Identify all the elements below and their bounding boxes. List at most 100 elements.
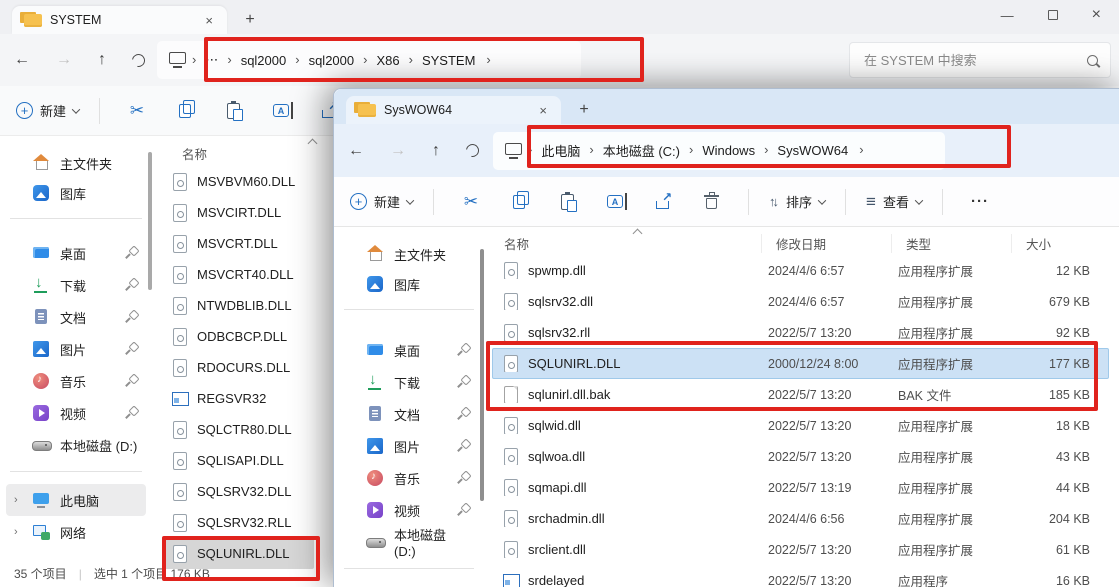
column-header-type[interactable]: 类型 xyxy=(891,234,1011,253)
file-row[interactable]: spwmp.dll 2024/4/6 6:57 应用程序扩展 12 KB xyxy=(492,255,1109,286)
cut-button[interactable]: ✂ xyxy=(120,94,154,128)
column-header-date[interactable]: 修改日期 xyxy=(761,234,891,253)
sidebar-item[interactable]: › 视频 xyxy=(6,397,146,429)
view-button[interactable]: ≡ 查看 xyxy=(866,192,922,211)
column-header-size[interactable]: 大小 xyxy=(1011,234,1119,253)
file-row[interactable]: MSVCIRT.DLL xyxy=(162,197,314,228)
sidebar-item[interactable]: › 图片 xyxy=(340,430,478,462)
file-row[interactable]: sqlunirl.dll.bak 2022/5/7 13:20 BAK 文件 1… xyxy=(492,379,1109,410)
sidebar-item-icon xyxy=(32,184,50,202)
sidebar-item[interactable]: › 文档 xyxy=(340,398,478,430)
this-pc-icon[interactable] xyxy=(169,52,186,64)
breadcrumb-item[interactable]: sql2000 xyxy=(232,53,296,68)
tab-syswow64[interactable]: SysWOW64 × xyxy=(346,96,561,124)
paste-button[interactable] xyxy=(216,94,250,128)
sidebar-item[interactable]: › 视频 xyxy=(340,494,478,526)
close-button[interactable]: × xyxy=(1092,6,1101,24)
tab-system[interactable]: SYSTEM × xyxy=(12,6,227,34)
file-row[interactable]: NTWDBLIB.DLL xyxy=(162,290,314,321)
file-row[interactable]: srclient.dll 2022/5/7 13:20 应用程序扩展 61 KB xyxy=(492,534,1109,565)
tab-close-icon[interactable]: × xyxy=(201,13,217,28)
sidebar-item[interactable]: › 桌面 xyxy=(6,237,146,269)
column-header-name[interactable]: 名称 xyxy=(162,140,322,166)
forward-button[interactable]: → xyxy=(390,142,406,160)
file-row[interactable]: sqlwoa.dll 2022/5/7 13:20 应用程序扩展 43 KB xyxy=(492,441,1109,472)
refresh-icon[interactable] xyxy=(463,141,481,159)
copy-button[interactable] xyxy=(168,94,202,128)
file-row[interactable]: SQLUNIRL.DLL 2000/12/24 8:00 应用程序扩展 177 … xyxy=(492,348,1109,379)
share-button[interactable] xyxy=(646,185,680,219)
file-row[interactable]: RDOCURS.DLL xyxy=(162,352,314,383)
file-row[interactable]: MSVCRT.DLL xyxy=(162,228,314,259)
search-icon[interactable] xyxy=(1087,55,1098,66)
minimize-button[interactable]: — xyxy=(1001,8,1014,23)
sidebar-item[interactable]: › 本地磁盘 (D:) xyxy=(6,429,146,461)
up-button[interactable]: ↑ xyxy=(432,142,440,160)
chevron-expand-icon[interactable]: › xyxy=(14,494,18,506)
file-row[interactable]: MSVBVM60.DLL xyxy=(162,166,314,197)
refresh-icon[interactable] xyxy=(129,51,147,69)
back-button[interactable]: ← xyxy=(14,51,30,69)
file-row[interactable]: SQLUNIRL.DLL xyxy=(162,538,314,569)
breadcrumb-item[interactable]: sql2000 xyxy=(300,53,364,68)
file-row[interactable]: REGSVR32 xyxy=(162,383,314,414)
new-tab-button[interactable]: + xyxy=(237,8,263,32)
breadcrumb: › ⋯ › sql2000 › sql2000 › X86 › SYSTEM xyxy=(157,41,581,79)
breadcrumb-item[interactable]: 本地磁盘 (C:) xyxy=(594,141,689,160)
file-row[interactable]: MSVCRT40.DLL xyxy=(162,259,314,290)
file-row[interactable]: SQLSRV32.DLL xyxy=(162,476,314,507)
sidebar-item[interactable]: › 图片 xyxy=(6,333,146,365)
sidebar-item[interactable]: › 网络 xyxy=(6,516,146,548)
sidebar-item[interactable]: › 下载 xyxy=(6,269,146,301)
file-type: 应用程序扩展 xyxy=(892,354,1012,373)
breadcrumb-item[interactable]: ⋯ xyxy=(196,52,227,68)
sidebar-item[interactable]: › 本地磁盘 (D:) xyxy=(340,526,478,558)
breadcrumb-item[interactable]: 此电脑 xyxy=(532,141,589,160)
maximize-button[interactable] xyxy=(1048,10,1058,20)
search-input[interactable] xyxy=(862,52,1087,69)
file-row[interactable]: SQLCTR80.DLL xyxy=(162,414,314,445)
file-row[interactable]: sqlsrv32.dll 2024/4/6 6:57 应用程序扩展 679 KB xyxy=(492,286,1109,317)
sort-button[interactable]: ↑↓ 排序 xyxy=(769,192,825,211)
forward-button[interactable]: → xyxy=(56,51,72,69)
file-row[interactable]: SQLSRV32.RLL xyxy=(162,507,314,538)
this-pc-icon[interactable] xyxy=(505,143,522,155)
paste-button[interactable] xyxy=(550,185,584,219)
copy-button[interactable] xyxy=(502,185,536,219)
file-row[interactable]: SQLISAPI.DLL xyxy=(162,445,314,476)
sidebar-item[interactable]: › 主文件夹 xyxy=(340,239,478,269)
file-row[interactable]: sqlwid.dll 2022/5/7 13:20 应用程序扩展 18 KB xyxy=(492,410,1109,441)
delete-button[interactable] xyxy=(694,185,728,219)
more-options-button[interactable]: ··· xyxy=(963,185,997,219)
rename-button[interactable]: A xyxy=(598,185,632,219)
sidebar-item[interactable]: › 文档 xyxy=(6,301,146,333)
tab-close-icon[interactable]: × xyxy=(535,103,551,118)
sidebar-item[interactable]: › 下载 xyxy=(340,366,478,398)
file-row[interactable]: srdelayed 2022/5/7 13:20 应用程序 16 KB xyxy=(492,565,1109,587)
sidebar-item[interactable]: › 音乐 xyxy=(340,462,478,494)
sidebar-item[interactable]: › 主文件夹 xyxy=(6,148,146,178)
sidebar-item[interactable]: › 音乐 xyxy=(6,365,146,397)
chevron-expand-icon[interactable]: › xyxy=(14,526,18,538)
breadcrumb-item[interactable]: Windows xyxy=(693,143,764,158)
sidebar-item[interactable]: › 桌面 xyxy=(340,334,478,366)
sidebar-item[interactable]: › 此电脑 xyxy=(6,484,146,516)
sidebar-item[interactable]: › 图库 xyxy=(6,178,146,208)
file-row[interactable]: sqmapi.dll 2022/5/7 13:19 应用程序扩展 44 KB xyxy=(492,472,1109,503)
up-button[interactable]: ↑ xyxy=(98,51,106,69)
column-header-name[interactable]: 名称 xyxy=(484,234,761,253)
file-row[interactable]: sqlsrv32.rll 2022/5/7 13:20 应用程序扩展 92 KB xyxy=(492,317,1109,348)
file-row[interactable]: srchadmin.dll 2024/4/6 6:56 应用程序扩展 204 K… xyxy=(492,503,1109,534)
breadcrumb-item[interactable]: SysWOW64 xyxy=(768,143,857,158)
breadcrumb-item[interactable]: SYSTEM xyxy=(413,53,484,68)
back-button[interactable]: ← xyxy=(348,142,364,160)
rename-button[interactable]: A xyxy=(264,94,298,128)
new-tab-button[interactable]: + xyxy=(571,98,597,122)
new-button[interactable]: + 新建 xyxy=(350,192,413,211)
cut-button[interactable]: ✂ xyxy=(454,185,488,219)
new-button[interactable]: + 新建 xyxy=(16,101,79,120)
sidebar-item[interactable]: › 图库 xyxy=(340,269,478,299)
file-row[interactable]: ODBCBCP.DLL xyxy=(162,321,314,352)
breadcrumb-item[interactable]: X86 xyxy=(367,53,408,68)
file-size: 16 KB xyxy=(1012,574,1108,587)
